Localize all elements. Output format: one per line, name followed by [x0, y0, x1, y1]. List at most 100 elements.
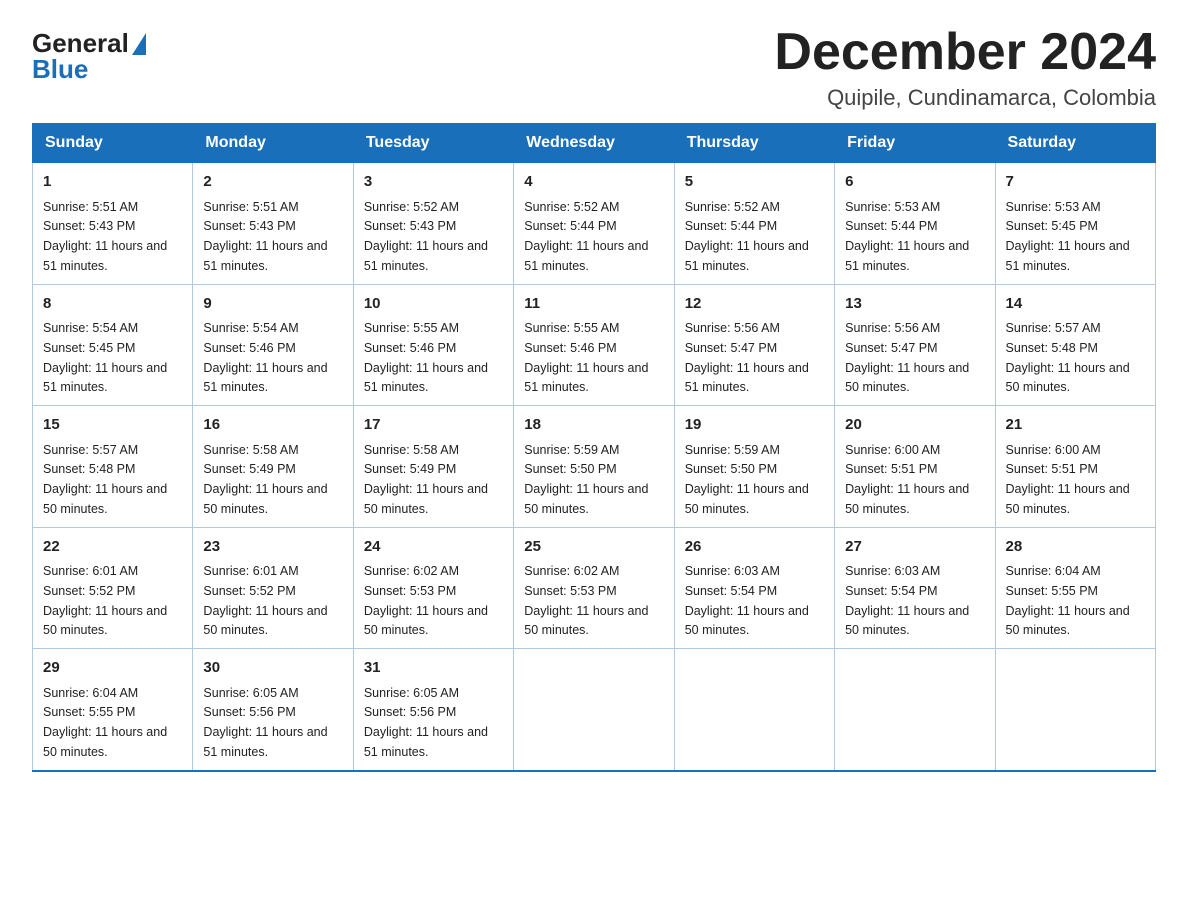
day-number: 26: [685, 536, 824, 559]
day-info: Sunrise: 5:52 AMSunset: 5:43 PMDaylight:…: [364, 200, 488, 273]
table-row: 13 Sunrise: 5:56 AMSunset: 5:47 PMDayligh…: [835, 284, 995, 406]
day-info: Sunrise: 6:03 AMSunset: 5:54 PMDaylight:…: [685, 564, 809, 637]
table-row: 10Sunrise: 5:55 AMSunset: 5:46 PMDayligh…: [353, 284, 513, 406]
logo-blue-text: Blue: [32, 56, 88, 82]
logo-triangle-icon: [132, 33, 146, 55]
day-number: 24: [364, 536, 503, 559]
day-info: Sunrise: 5:55 AMSunset: 5:46 PMDaylight:…: [524, 321, 648, 394]
table-row: 4 Sunrise: 5:52 AMSunset: 5:44 PMDaylight…: [514, 163, 674, 285]
table-row: 12Sunrise: 5:56 AMSunset: 5:47 PMDayligh…: [674, 284, 834, 406]
table-row: [995, 649, 1155, 771]
day-number: 4: [524, 171, 663, 194]
day-number: 1: [43, 171, 182, 194]
day-number: 15: [43, 414, 182, 437]
logo: General Blue: [32, 30, 146, 82]
day-info: Sunrise: 5:54 AMSunset: 5:46 PMDaylight:…: [203, 321, 327, 394]
day-info: Sunrise: 5:58 AMSunset: 5:49 PMDaylight:…: [203, 443, 327, 516]
table-row: 7Sunrise: 5:53 AMSunset: 5:45 PMDaylight…: [995, 163, 1155, 285]
day-info: Sunrise: 6:04 AMSunset: 5:55 PMDaylight:…: [1006, 564, 1130, 637]
day-number: 16: [203, 414, 342, 437]
day-info: Sunrise: 6:03 AMSunset: 5:54 PMDaylight:…: [845, 564, 969, 637]
day-number: 8: [43, 293, 182, 316]
day-number: 23: [203, 536, 342, 559]
table-row: 30 Sunrise: 6:05 AMSunset: 5:56 PMDayligh…: [193, 649, 353, 771]
day-number: 17: [364, 414, 503, 437]
day-number: 12: [685, 293, 824, 316]
day-number: 19: [685, 414, 824, 437]
table-row: 23Sunrise: 6:01 AMSunset: 5:52 PMDayligh…: [193, 527, 353, 649]
table-row: 28 Sunrise: 6:04 AMSunset: 5:55 PMDayligh…: [995, 527, 1155, 649]
calendar-week-row: 1 Sunrise: 5:51 AMSunset: 5:43 PMDaylight…: [33, 163, 1156, 285]
day-info: Sunrise: 5:58 AMSunset: 5:49 PMDaylight:…: [364, 443, 488, 516]
day-number: 9: [203, 293, 342, 316]
day-number: 11: [524, 293, 663, 316]
table-row: 21Sunrise: 6:00 AMSunset: 5:51 PMDayligh…: [995, 406, 1155, 528]
day-info: Sunrise: 5:51 AMSunset: 5:43 PMDaylight:…: [203, 200, 327, 273]
table-row: 31 Sunrise: 6:05 AMSunset: 5:56 PMDayligh…: [353, 649, 513, 771]
day-number: 3: [364, 171, 503, 194]
table-row: 16 Sunrise: 5:58 AMSunset: 5:49 PMDayligh…: [193, 406, 353, 528]
day-info: Sunrise: 6:01 AMSunset: 5:52 PMDaylight:…: [43, 564, 167, 637]
day-number: 27: [845, 536, 984, 559]
table-row: [514, 649, 674, 771]
day-info: Sunrise: 5:51 AMSunset: 5:43 PMDaylight:…: [43, 200, 167, 273]
col-tuesday: Tuesday: [353, 124, 513, 163]
table-row: 8Sunrise: 5:54 AMSunset: 5:45 PMDaylight…: [33, 284, 193, 406]
table-row: 14 Sunrise: 5:57 AMSunset: 5:48 PMDayligh…: [995, 284, 1155, 406]
day-info: Sunrise: 6:02 AMSunset: 5:53 PMDaylight:…: [524, 564, 648, 637]
calendar-table: Sunday Monday Tuesday Wednesday Thursday…: [32, 123, 1156, 772]
calendar-header-row: Sunday Monday Tuesday Wednesday Thursday…: [33, 124, 1156, 163]
title-block: December 2024 Quipile, Cundinamarca, Col…: [774, 24, 1156, 111]
day-number: 20: [845, 414, 984, 437]
day-info: Sunrise: 6:04 AMSunset: 5:55 PMDaylight:…: [43, 686, 167, 759]
page-header: General Blue December 2024 Quipile, Cund…: [32, 24, 1156, 111]
table-row: 24 Sunrise: 6:02 AMSunset: 5:53 PMDayligh…: [353, 527, 513, 649]
day-info: Sunrise: 5:53 AMSunset: 5:45 PMDaylight:…: [1006, 200, 1130, 273]
table-row: [835, 649, 995, 771]
calendar-week-row: 22 Sunrise: 6:01 AMSunset: 5:52 PMDayligh…: [33, 527, 1156, 649]
logo-general: General: [32, 30, 146, 56]
col-sunday: Sunday: [33, 124, 193, 163]
day-number: 13: [845, 293, 984, 316]
day-number: 14: [1006, 293, 1145, 316]
table-row: 29 Sunrise: 6:04 AMSunset: 5:55 PMDayligh…: [33, 649, 193, 771]
day-number: 29: [43, 657, 182, 680]
table-row: 17 Sunrise: 5:58 AMSunset: 5:49 PMDayligh…: [353, 406, 513, 528]
col-wednesday: Wednesday: [514, 124, 674, 163]
table-row: 15 Sunrise: 5:57 AMSunset: 5:48 PMDayligh…: [33, 406, 193, 528]
day-info: Sunrise: 5:52 AMSunset: 5:44 PMDaylight:…: [524, 200, 648, 273]
calendar-week-row: 8Sunrise: 5:54 AMSunset: 5:45 PMDaylight…: [33, 284, 1156, 406]
table-row: 25 Sunrise: 6:02 AMSunset: 5:53 PMDayligh…: [514, 527, 674, 649]
col-saturday: Saturday: [995, 124, 1155, 163]
day-number: 5: [685, 171, 824, 194]
col-thursday: Thursday: [674, 124, 834, 163]
day-info: Sunrise: 6:05 AMSunset: 5:56 PMDaylight:…: [203, 686, 327, 759]
table-row: 19 Sunrise: 5:59 AMSunset: 5:50 PMDayligh…: [674, 406, 834, 528]
day-info: Sunrise: 5:52 AMSunset: 5:44 PMDaylight:…: [685, 200, 809, 273]
table-row: 11 Sunrise: 5:55 AMSunset: 5:46 PMDayligh…: [514, 284, 674, 406]
day-number: 31: [364, 657, 503, 680]
calendar-week-row: 15 Sunrise: 5:57 AMSunset: 5:48 PMDayligh…: [33, 406, 1156, 528]
table-row: 18Sunrise: 5:59 AMSunset: 5:50 PMDayligh…: [514, 406, 674, 528]
day-number: 6: [845, 171, 984, 194]
day-number: 30: [203, 657, 342, 680]
day-info: Sunrise: 6:00 AMSunset: 5:51 PMDaylight:…: [845, 443, 969, 516]
day-info: Sunrise: 5:57 AMSunset: 5:48 PMDaylight:…: [1006, 321, 1130, 394]
day-info: Sunrise: 5:57 AMSunset: 5:48 PMDaylight:…: [43, 443, 167, 516]
logo-general-text: General: [32, 30, 129, 56]
month-title: December 2024: [774, 24, 1156, 81]
day-number: 22: [43, 536, 182, 559]
table-row: 2Sunrise: 5:51 AMSunset: 5:43 PMDaylight…: [193, 163, 353, 285]
table-row: 26 Sunrise: 6:03 AMSunset: 5:54 PMDayligh…: [674, 527, 834, 649]
col-monday: Monday: [193, 124, 353, 163]
day-number: 28: [1006, 536, 1145, 559]
day-info: Sunrise: 6:05 AMSunset: 5:56 PMDaylight:…: [364, 686, 488, 759]
table-row: 3 Sunrise: 5:52 AMSunset: 5:43 PMDaylight…: [353, 163, 513, 285]
day-info: Sunrise: 5:56 AMSunset: 5:47 PMDaylight:…: [845, 321, 969, 394]
day-info: Sunrise: 6:02 AMSunset: 5:53 PMDaylight:…: [364, 564, 488, 637]
day-info: Sunrise: 5:59 AMSunset: 5:50 PMDaylight:…: [685, 443, 809, 516]
day-info: Sunrise: 5:55 AMSunset: 5:46 PMDaylight:…: [364, 321, 488, 394]
day-number: 25: [524, 536, 663, 559]
day-info: Sunrise: 5:53 AMSunset: 5:44 PMDaylight:…: [845, 200, 969, 273]
table-row: 22 Sunrise: 6:01 AMSunset: 5:52 PMDayligh…: [33, 527, 193, 649]
